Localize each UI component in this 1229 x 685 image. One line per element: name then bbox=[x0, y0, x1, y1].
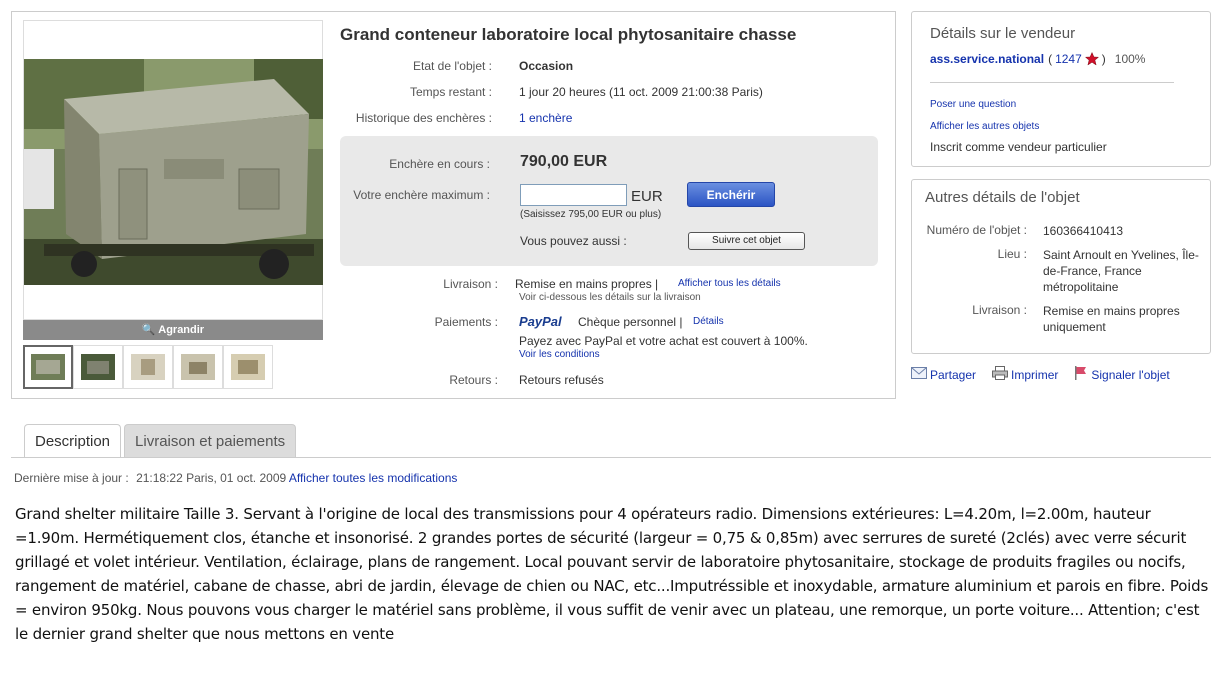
returns-label: Retours : bbox=[449, 373, 498, 387]
item-number-value: 160366410413 bbox=[1043, 224, 1124, 238]
other-items-link[interactable]: Afficher les autres objets bbox=[930, 121, 1039, 132]
ask-question-link[interactable]: Poser une question bbox=[930, 99, 1016, 110]
paypal-logo: PayPal bbox=[519, 314, 562, 329]
max-bid-label: Votre enchère maximum : bbox=[353, 188, 490, 202]
delivery-details-link[interactable]: Afficher tous les détails bbox=[678, 278, 781, 289]
enlarge-label: Agrandir bbox=[158, 324, 205, 336]
delivery-note: Voir ci-dessous les détails sur la livra… bbox=[519, 292, 701, 303]
bid-panel: Enchère en cours : 790,00 EUR Votre ench… bbox=[340, 136, 878, 266]
seller-type: Inscrit comme vendeur particulier bbox=[930, 140, 1107, 154]
tab-shipping[interactable]: Livraison et paiements bbox=[124, 424, 297, 457]
thumbnail[interactable] bbox=[223, 345, 273, 389]
seller-panel: Détails sur le vendeur ass.service.natio… bbox=[911, 11, 1211, 167]
follow-item-button[interactable]: Suivre cet objet bbox=[688, 232, 805, 250]
payment-details-link[interactable]: Détails bbox=[693, 316, 724, 327]
delivery-value: Remise en mains propres | bbox=[515, 277, 659, 291]
divider bbox=[930, 82, 1174, 83]
flag-icon bbox=[1074, 366, 1091, 383]
bid-currency: EUR bbox=[631, 188, 663, 205]
feedback-close: ) bbox=[1101, 52, 1106, 66]
share-label: Partager bbox=[930, 367, 977, 382]
listing-panel: 🔍 Agrandir Grand conteneur laboratoire l… bbox=[11, 11, 896, 399]
report-action[interactable]: Signaler l'objet bbox=[1074, 366, 1170, 383]
tab-bar: Description Livraison et paiements bbox=[24, 424, 299, 458]
all-changes-link[interactable]: Afficher toutes les modifications bbox=[289, 471, 458, 485]
item-actions: Partager Imprimer Signaler l'objet bbox=[911, 366, 1186, 383]
report-label: Signaler l'objet bbox=[1091, 367, 1170, 382]
location-label: Lieu : bbox=[997, 247, 1027, 261]
place-bid-button[interactable]: Enchérir bbox=[687, 182, 775, 207]
seller-name-link[interactable]: ass.service.national bbox=[930, 52, 1044, 66]
location-value: Saint Arnoult en Yvelines, Île-de-France… bbox=[1043, 248, 1199, 294]
item-title: Grand conteneur laboratoire local phytos… bbox=[340, 25, 797, 44]
thumbnail[interactable] bbox=[23, 345, 73, 389]
thumbnail[interactable] bbox=[73, 345, 123, 389]
feedback-open: ( bbox=[1048, 52, 1053, 66]
updated-value: 21:18:22 Paris, 01 oct. 2009 bbox=[136, 471, 287, 485]
zoom-icon: 🔍 bbox=[141, 324, 156, 336]
bid-history-link[interactable]: 1 enchère bbox=[519, 111, 572, 125]
item-photo[interactable] bbox=[24, 59, 323, 285]
time-left-value: 1 jour 20 heures (11 oct. 2009 21:00:38 … bbox=[519, 85, 763, 99]
thumbnail-strip bbox=[23, 345, 273, 389]
delivery-label: Livraison : bbox=[443, 277, 498, 291]
item-details-title: Autres détails de l'objet bbox=[925, 189, 1080, 206]
item-number-label: Numéro de l'objet : bbox=[926, 223, 1027, 237]
current-bid-value: 790,00 EUR bbox=[520, 153, 608, 170]
item-details-panel: Autres détails de l'objet Numéro de l'ob… bbox=[911, 179, 1211, 354]
bid-history-label: Historique des enchères : bbox=[355, 111, 492, 125]
also-label: Vous pouvez aussi : bbox=[520, 234, 627, 248]
envelope-icon bbox=[911, 367, 930, 382]
condition-label: Etat de l'objet : bbox=[412, 59, 492, 73]
thumbnail[interactable] bbox=[173, 345, 223, 389]
print-action[interactable]: Imprimer bbox=[992, 366, 1058, 383]
bid-hint: (Saisissez 795,00 EUR ou plus) bbox=[520, 209, 662, 220]
condition-value: Occasion bbox=[519, 59, 574, 73]
share-action[interactable]: Partager bbox=[911, 367, 976, 382]
main-image-frame[interactable] bbox=[23, 20, 323, 320]
enlarge-button[interactable]: 🔍 Agrandir bbox=[23, 320, 323, 340]
time-left-label: Temps restant : bbox=[409, 85, 492, 99]
item-description: Grand shelter militaire Taille 3. Servan… bbox=[15, 505, 1209, 643]
feedback-score-link[interactable]: 1247 bbox=[1055, 52, 1082, 66]
details-delivery-label: Livraison : bbox=[972, 303, 1027, 317]
details-delivery-value: Remise en mains propres uniquement bbox=[1043, 304, 1180, 334]
thumbnail[interactable] bbox=[123, 345, 173, 389]
tab-description[interactable]: Description bbox=[24, 424, 122, 458]
last-updated: Dernière mise à jour : 21:18:22 Paris, 0… bbox=[14, 471, 457, 485]
seller-title: Détails sur le vendeur bbox=[930, 25, 1076, 42]
tab-divider bbox=[11, 457, 1211, 458]
star-icon bbox=[1084, 52, 1099, 66]
payment-value: Chèque personnel | bbox=[578, 315, 683, 329]
payment-label: Paiements : bbox=[434, 315, 498, 329]
returns-value: Retours refusés bbox=[519, 373, 604, 387]
print-label: Imprimer bbox=[1011, 367, 1059, 382]
current-bid-label: Enchère en cours : bbox=[389, 157, 490, 171]
updated-label: Dernière mise à jour : bbox=[14, 471, 129, 485]
positive-feedback: 100% bbox=[1114, 52, 1146, 66]
printer-icon bbox=[992, 366, 1011, 383]
conditions-link[interactable]: Voir les conditions bbox=[519, 349, 600, 360]
max-bid-input[interactable] bbox=[520, 184, 627, 206]
paypal-note: Payez avec PayPal et votre achat est cou… bbox=[519, 334, 808, 348]
